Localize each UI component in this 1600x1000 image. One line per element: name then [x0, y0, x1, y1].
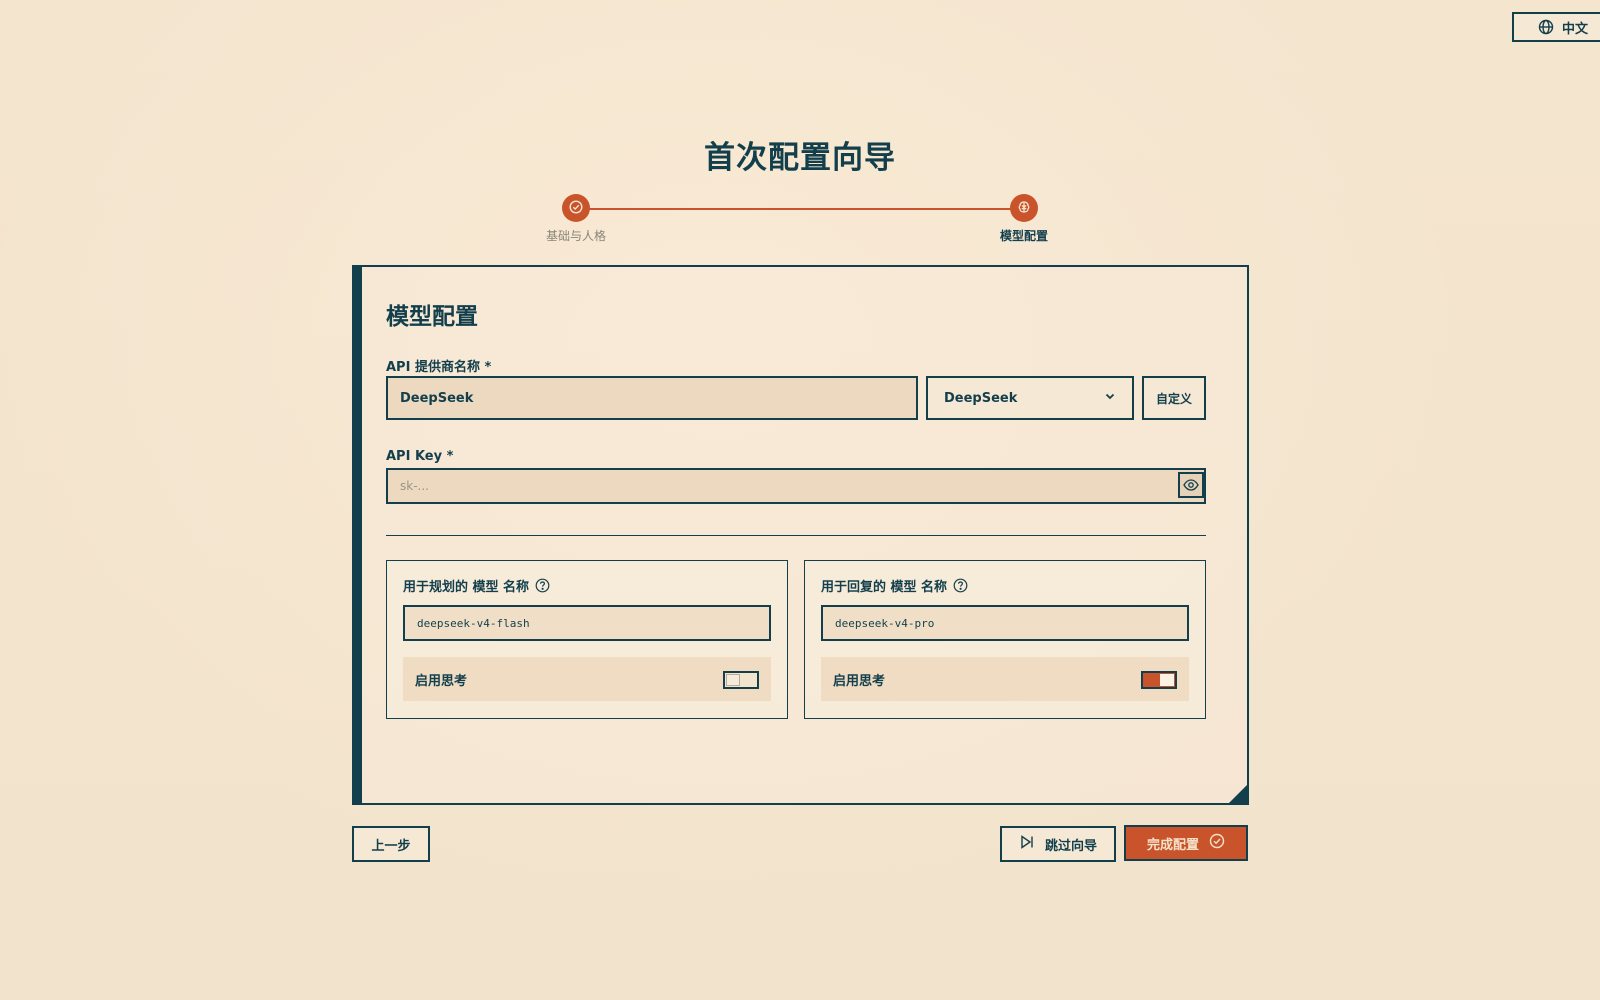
reply-model-label-text: 用于回复的 模型 名称	[821, 580, 948, 595]
toggle-knob	[726, 674, 740, 686]
card-title: 模型配置	[386, 304, 478, 330]
eye-icon	[1183, 476, 1199, 495]
chevron-down-icon	[1104, 390, 1116, 406]
step-model-config[interactable]: 模型配置	[964, 194, 1084, 244]
finish-config-label: 完成配置	[1146, 837, 1199, 853]
brain-icon	[1017, 199, 1031, 218]
page-title: 首次配置向导	[704, 140, 896, 176]
wizard-stepper: 基础与人格 模型配置	[500, 190, 1100, 250]
check-circle-icon	[569, 199, 583, 218]
check-circle-icon	[1209, 833, 1225, 853]
planning-model-panel: 用于规划的 模型 名称 deepseek-v4-flash 启用思考	[386, 560, 788, 719]
planning-model-label: 用于规划的 模型 名称	[403, 576, 550, 595]
step-basics[interactable]: 基础与人格	[516, 194, 636, 244]
planning-model-label-text: 用于规划的 模型 名称	[403, 580, 530, 595]
step-basics-circle	[562, 194, 590, 222]
api-key-input[interactable]: sk-...	[386, 468, 1206, 504]
globe-icon	[1538, 19, 1554, 35]
reply-thinking-toggle[interactable]	[1141, 671, 1177, 689]
toggle-visibility-button[interactable]	[1178, 472, 1204, 498]
finish-config-button[interactable]: 完成配置	[1124, 825, 1248, 861]
help-icon[interactable]	[953, 578, 968, 593]
provider-name-label: API 提供商名称 *	[386, 360, 492, 375]
step-model-config-label: 模型配置	[999, 229, 1048, 243]
section-divider	[386, 535, 1206, 536]
step-model-config-circle	[1010, 194, 1038, 222]
skip-wizard-label: 跳过向导	[1044, 838, 1097, 854]
stepper-progress-line	[576, 208, 1024, 210]
planning-model-input[interactable]: deepseek-v4-flash	[403, 605, 771, 641]
provider-select-value: DeepSeek	[944, 390, 1018, 406]
step-basics-label: 基础与人格	[545, 229, 606, 243]
language-switch-button[interactable]: 中文	[1512, 12, 1600, 42]
model-config-card: 模型配置 API 提供商名称 * DeepSeek DeepSeek 自定义 A…	[352, 265, 1249, 805]
planning-thinking-row: 启用思考	[403, 657, 771, 701]
reply-model-input[interactable]: deepseek-v4-pro	[821, 605, 1189, 641]
help-icon[interactable]	[535, 578, 550, 593]
skip-wizard-button[interactable]: 跳过向导	[1000, 826, 1116, 862]
planning-thinking-toggle[interactable]	[723, 671, 759, 689]
api-key-label: API Key *	[386, 449, 454, 464]
planning-thinking-label: 启用思考	[415, 674, 468, 689]
reply-model-label: 用于回复的 模型 名称	[821, 576, 968, 595]
card-corner-decoration	[1227, 783, 1249, 805]
reply-model-panel: 用于回复的 模型 名称 deepseek-v4-pro 启用思考	[804, 560, 1206, 719]
toggle-knob	[1160, 674, 1174, 686]
skip-forward-icon	[1019, 834, 1035, 854]
provider-select[interactable]: DeepSeek	[926, 376, 1134, 420]
reply-thinking-label: 启用思考	[833, 674, 886, 689]
language-label: 中文	[1561, 21, 1588, 37]
custom-provider-button[interactable]: 自定义	[1142, 376, 1206, 420]
provider-name-input[interactable]: DeepSeek	[386, 376, 918, 420]
reply-thinking-row: 启用思考	[821, 657, 1189, 701]
previous-step-button[interactable]: 上一步	[352, 826, 430, 862]
